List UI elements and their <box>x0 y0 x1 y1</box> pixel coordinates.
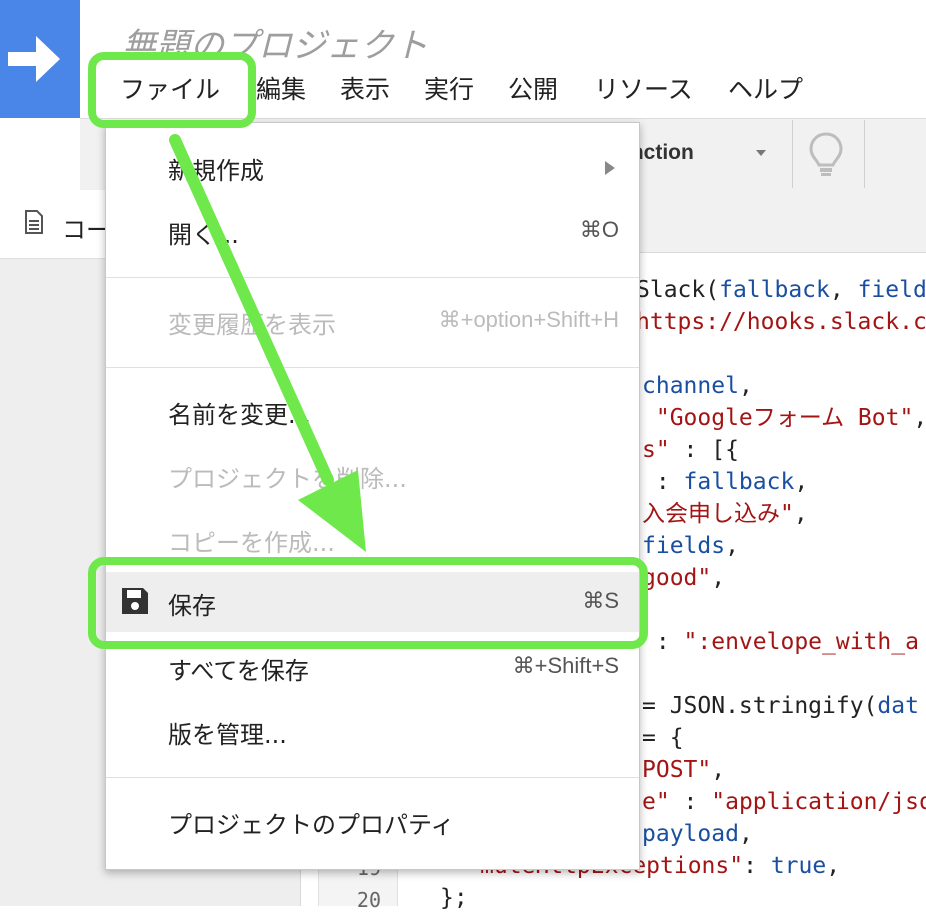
annotation-arrow-icon <box>169 134 366 552</box>
